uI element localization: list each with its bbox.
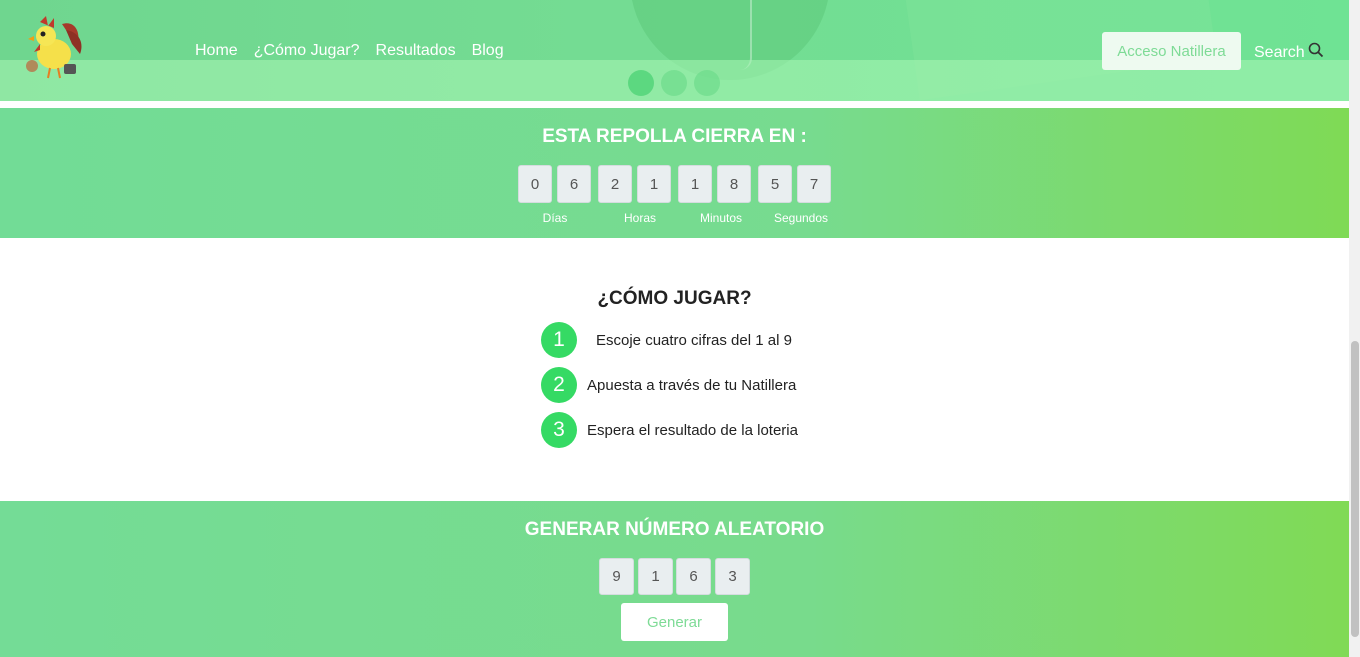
how-to-play-title: ¿CÓMO JUGAR? <box>597 288 752 309</box>
carousel-dot[interactable] <box>628 70 654 96</box>
step-number-badge: 2 <box>541 367 577 403</box>
countdown-label-minutes: Minutos <box>699 211 743 225</box>
scrollbar-thumb[interactable] <box>1351 341 1359 637</box>
search-icon <box>1308 42 1324 63</box>
hero-banner: Home ¿Cómo Jugar? Resultados Blog Acceso… <box>0 0 1349 101</box>
acceso-natillera-button[interactable]: Acceso Natillera <box>1102 32 1241 70</box>
step-item: 3 <box>541 412 577 448</box>
step-text: Apuesta a través de tu Natillera <box>587 377 797 394</box>
step-text: Escoje cuatro cifras del 1 al 9 <box>596 332 792 349</box>
step-item: 2 <box>541 367 577 403</box>
random-digit: 3 <box>715 558 750 595</box>
countdown-title: ESTA REPOLLA CIERRA EN : <box>542 126 807 147</box>
countdown-label-days: Días <box>542 211 568 225</box>
countdown-digit-hours: 2 <box>598 165 632 203</box>
carousel-dot[interactable] <box>661 70 687 96</box>
carousel-indicators <box>628 70 720 96</box>
random-number-title: GENERAR NÚMERO ALEATORIO <box>524 519 825 540</box>
carousel-dot[interactable] <box>694 70 720 96</box>
step-number-badge: 3 <box>541 412 577 448</box>
countdown-digit-days: 6 <box>557 165 591 203</box>
search-label: Search <box>1254 43 1305 61</box>
page-scrollbar[interactable] <box>1349 0 1360 657</box>
random-digit: 6 <box>676 558 711 595</box>
rooster-logo[interactable] <box>20 14 88 82</box>
search-link[interactable]: Search <box>1254 42 1324 63</box>
step-text: Espera el resultado de la loteria <box>587 422 798 439</box>
nav-resultados[interactable]: Resultados <box>376 42 456 60</box>
nav-como-jugar[interactable]: ¿Cómo Jugar? <box>254 42 360 60</box>
random-number-section: GENERAR NÚMERO ALEATORIO 9 1 6 3 Generar <box>0 501 1349 657</box>
countdown-label-hours: Horas <box>623 211 656 225</box>
random-digit: 1 <box>638 558 673 595</box>
nav-home[interactable]: Home <box>195 42 238 60</box>
countdown-digit-seconds: 5 <box>758 165 792 203</box>
step-item: 1 <box>541 322 577 358</box>
countdown-digit-days: 0 <box>518 165 552 203</box>
countdown-digit-minutes: 8 <box>717 165 751 203</box>
countdown-digit-minutes: 1 <box>678 165 712 203</box>
countdown-section: ESTA REPOLLA CIERRA EN : 0 6 2 1 1 8 5 7… <box>0 108 1349 238</box>
generar-button[interactable]: Generar <box>621 603 728 641</box>
main-nav: Home ¿Cómo Jugar? Resultados Blog <box>195 42 520 60</box>
step-number-badge: 1 <box>541 322 577 358</box>
nav-blog[interactable]: Blog <box>472 42 504 60</box>
countdown-digit-hours: 1 <box>637 165 671 203</box>
section-divider <box>0 101 1349 108</box>
random-digit: 9 <box>599 558 634 595</box>
countdown-digit-seconds: 7 <box>797 165 831 203</box>
countdown-label-seconds: Segundos <box>773 211 829 225</box>
